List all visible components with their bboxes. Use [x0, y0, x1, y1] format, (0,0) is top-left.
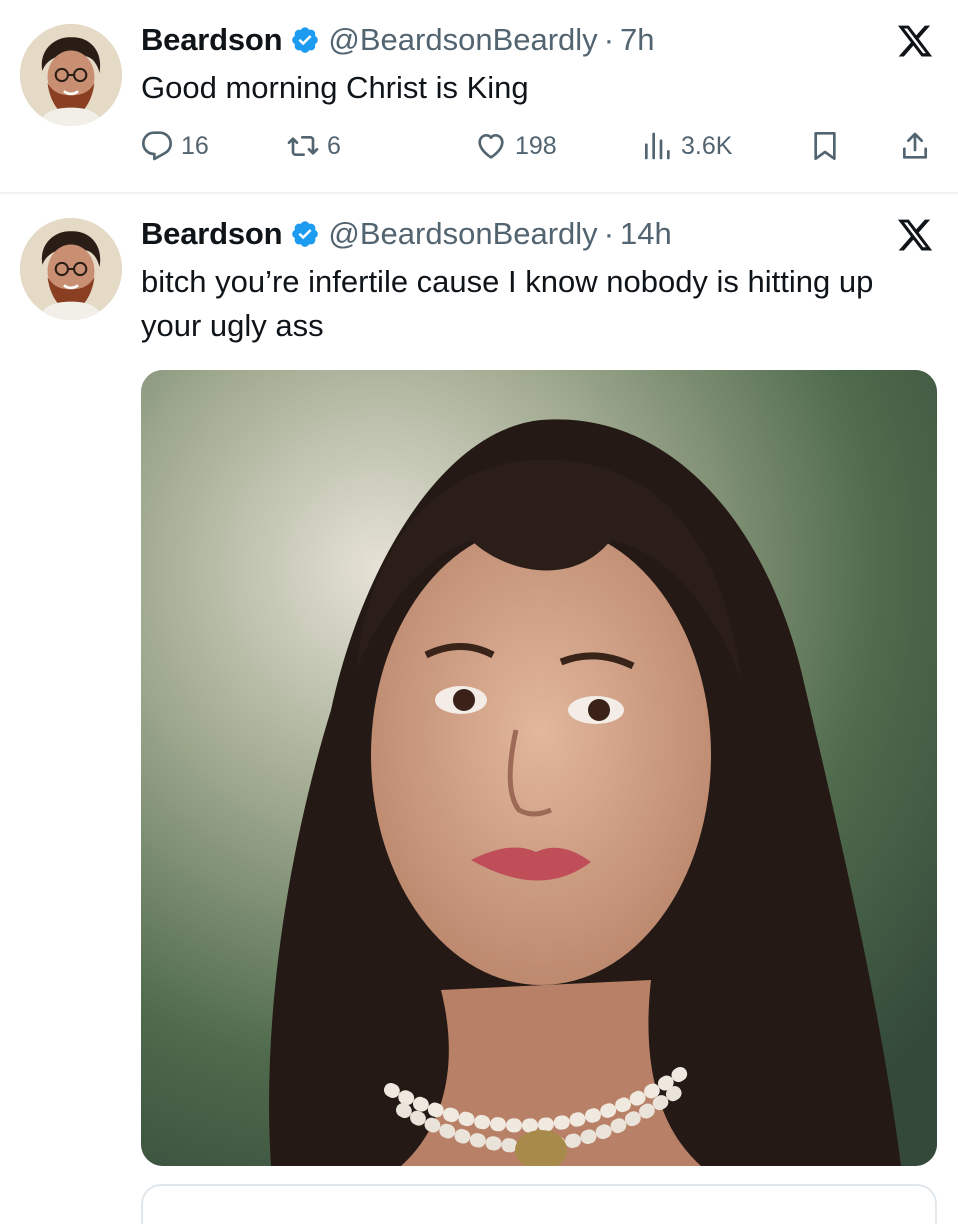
- tweet-text: Good morning Christ is King: [141, 70, 529, 105]
- retweet-button[interactable]: 6: [287, 128, 341, 164]
- bookmark-button[interactable]: [809, 128, 841, 164]
- views-button[interactable]: 3.6K: [641, 128, 732, 164]
- display-name[interactable]: Beardson: [141, 216, 283, 252]
- x-logo-icon: [896, 22, 934, 60]
- like-button[interactable]: 198: [475, 128, 557, 164]
- retweet-count: 6: [327, 131, 341, 160]
- bookmark-icon: [814, 132, 836, 160]
- reply-count: 16: [181, 131, 209, 160]
- avatar[interactable]: [20, 24, 122, 126]
- verified-badge-icon: [290, 25, 320, 55]
- views-icon: [645, 132, 670, 160]
- quoted-card-edge: [141, 1184, 937, 1224]
- share-icon: [903, 132, 927, 159]
- display-name[interactable]: Beardson: [141, 22, 283, 58]
- timestamp[interactable]: 7h: [620, 22, 654, 58]
- heart-icon: [478, 134, 504, 159]
- separator-dot: ·: [603, 22, 615, 57]
- reply-icon: [142, 131, 172, 161]
- tweet-text: bitch you’re infertile cause I know nobo…: [141, 264, 874, 343]
- retweet-icon: [287, 136, 319, 156]
- timestamp[interactable]: 14h: [620, 216, 672, 252]
- handle[interactable]: @BeardsonBeardly: [328, 22, 597, 58]
- portrait-photo: [141, 370, 937, 1166]
- tweet-photo[interactable]: [141, 370, 937, 1166]
- reply-button[interactable]: 16: [141, 128, 209, 164]
- avatar-image: [20, 24, 122, 126]
- tweet-header: Beardson @BeardsonBeardly · 7h: [141, 20, 655, 60]
- tweet-1[interactable]: Beardson @BeardsonBeardly · 7h Good morn…: [0, 0, 958, 192]
- like-count: 198: [515, 131, 557, 160]
- verified-badge-icon: [290, 219, 320, 249]
- views-count: 3.6K: [681, 131, 733, 160]
- tweet-2[interactable]: Beardson @BeardsonBeardly · 14h bitch yo…: [0, 194, 958, 1224]
- separator-dot: ·: [603, 216, 615, 251]
- avatar-image: [20, 218, 122, 320]
- x-logo-icon: [896, 216, 934, 254]
- handle[interactable]: @BeardsonBeardly: [328, 216, 597, 252]
- avatar[interactable]: [20, 218, 122, 320]
- tweet-actions: 16 6 198 3.6K: [141, 128, 941, 164]
- share-button[interactable]: [899, 128, 931, 164]
- tweet-header: Beardson @BeardsonBeardly · 14h: [141, 214, 672, 254]
